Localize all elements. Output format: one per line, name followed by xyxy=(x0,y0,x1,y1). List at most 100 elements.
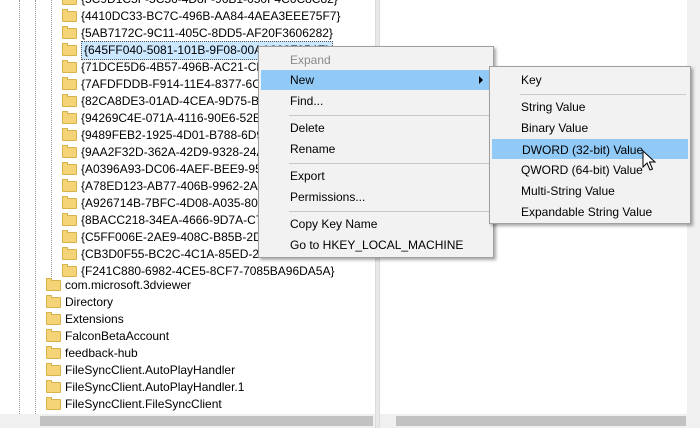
folder-icon xyxy=(46,312,61,325)
tree-item[interactable]: {C5FF006E-2AE9-408C-B85B-2DFDD xyxy=(62,229,286,246)
tree-item[interactable]: {4410DC33-BC7C-496B-AA84-4AEA3EEE75F7} xyxy=(62,8,341,25)
context-menu: Expand New Find... Delete Rename Export … xyxy=(258,46,494,258)
tree-item[interactable]: {A78ED123-AB77-406B-9962-2A5D9 xyxy=(62,178,280,195)
menu-item-delete[interactable]: Delete xyxy=(261,118,491,138)
tree-item-label: {9AA2F32D-362A-42D9-9328-24A48 xyxy=(81,145,278,159)
tree-item[interactable]: {5AB7172C-9C11-405C-8DD5-AF20F3606282} xyxy=(62,25,333,42)
menu-item-expand[interactable]: Expand xyxy=(261,50,491,70)
tree-item[interactable]: {CB3D0F55-BC2C-4C1A-85ED-23ED xyxy=(62,246,282,263)
folder-icon xyxy=(62,26,77,39)
folder-icon xyxy=(46,380,61,393)
folder-icon xyxy=(46,346,61,359)
folder-icon xyxy=(46,295,61,308)
menu-item-goto-hklm[interactable]: Go to HKEY_LOCAL_MACHINE xyxy=(261,235,491,255)
folder-icon xyxy=(62,179,77,192)
folder-icon xyxy=(62,60,77,73)
menu-item-permissions[interactable]: Permissions... xyxy=(261,187,491,207)
menu-item-label: Rename xyxy=(290,142,336,156)
tree-item[interactable]: {8BACC218-34EA-4666-9D7A-C78F2 xyxy=(62,212,283,229)
tree-guide-line xyxy=(19,0,20,414)
new-submenu: Key String Value Binary Value DWORD (32-… xyxy=(489,66,691,224)
tree-item-label: {8BACC218-34EA-4666-9D7A-C78F2 xyxy=(81,213,284,227)
tree-item-label: {A0396A93-DC06-4AEF-BEE9-95FFC xyxy=(81,162,286,176)
submenu-item-binary-value[interactable]: Binary Value xyxy=(492,118,688,138)
menu-separator xyxy=(520,94,686,95)
submenu-item-key[interactable]: Key xyxy=(492,70,688,90)
folder-icon xyxy=(62,43,77,56)
tree-item-label: {71DCE5D6-4B57-496B-AC21-CD5B xyxy=(81,60,280,74)
folder-icon xyxy=(46,329,61,342)
folder-icon xyxy=(62,94,77,107)
tree-item-label: FileSyncClient.AutoPlayHandler.1 xyxy=(65,380,245,394)
tree-item[interactable]: {9489FEB2-1925-4D01-B788-6D912C xyxy=(62,127,285,144)
menu-separator xyxy=(289,211,489,212)
tree-item-label: {94269C4E-071A-4116-90E6-52E557 xyxy=(81,111,281,125)
menu-item-label: Copy Key Name xyxy=(290,217,378,231)
menu-item-label: Multi-String Value xyxy=(521,184,615,198)
tree-item[interactable]: feedback-hub xyxy=(46,345,138,362)
folder-icon xyxy=(62,213,77,226)
menu-item-label: QWORD (64-bit) Value xyxy=(521,163,643,177)
tree-item[interactable]: {A0396A93-DC06-4AEF-BEE9-95FFC xyxy=(62,161,285,178)
tree-item[interactable]: {82CA8DE3-01AD-4CEA-9D75-BE4C xyxy=(62,93,282,110)
submenu-item-expandable-string-value[interactable]: Expandable String Value xyxy=(492,202,688,222)
menu-separator xyxy=(289,163,489,164)
submenu-item-qword-value[interactable]: QWORD (64-bit) Value xyxy=(492,160,688,180)
folder-icon xyxy=(62,264,77,277)
folder-icon xyxy=(62,230,77,243)
tree-item[interactable]: {5C9D1C5F-5C56-4D8F-96B1-050F4C6C8C82} xyxy=(62,0,338,8)
folder-icon xyxy=(62,247,77,260)
tree-item[interactable]: com.microsoft.3dviewer xyxy=(46,277,191,294)
menu-item-label: Go to HKEY_LOCAL_MACHINE xyxy=(290,238,464,252)
tree-item[interactable]: {7AFDFDDB-F914-11E4-8377-6C3BE xyxy=(62,76,284,93)
folder-icon xyxy=(46,363,61,376)
tree-item-label: com.microsoft.3dviewer xyxy=(65,278,192,292)
tree-item[interactable]: FileSyncClient.AutoPlayHandler.1 xyxy=(46,379,244,396)
tree-item[interactable]: FileSyncClient.AutoPlayHandler xyxy=(46,362,235,379)
menu-item-label: Expand xyxy=(290,53,331,67)
menu-item-rename[interactable]: Rename xyxy=(261,139,491,159)
tree-guide-line xyxy=(35,0,36,414)
tree-item-label: {82CA8DE3-01AD-4CEA-9D75-BE4C xyxy=(81,94,283,108)
tree-item-label: FalconBetaAccount xyxy=(65,329,170,343)
menu-item-copy-key-name[interactable]: Copy Key Name xyxy=(261,214,491,234)
submenu-item-dword-value[interactable]: DWORD (32-bit) Value xyxy=(492,139,688,159)
menu-item-label: String Value xyxy=(521,100,586,114)
folder-icon xyxy=(62,145,77,158)
tree-item-label: {C5FF006E-2AE9-408C-B85B-2DFDD xyxy=(81,230,287,244)
folder-icon xyxy=(62,128,77,141)
tree-guide-line xyxy=(51,0,52,277)
tree-scroll-thumb[interactable] xyxy=(40,416,373,426)
submenu-item-string-value[interactable]: String Value xyxy=(492,97,688,117)
menu-item-label: DWORD (32-bit) Value xyxy=(522,143,644,157)
folder-icon xyxy=(46,397,61,410)
menu-item-label: Expandable String Value xyxy=(521,205,653,219)
menu-separator xyxy=(289,115,489,116)
mouse-cursor-icon xyxy=(642,150,657,171)
menu-item-new[interactable]: New xyxy=(261,70,491,90)
tree-item-label: feedback-hub xyxy=(65,346,138,360)
menu-item-label: Find... xyxy=(290,94,324,108)
tree-item-label: FileSyncClient.AutoPlayHandler xyxy=(65,363,236,377)
tree-item-label: {5C9D1C5F-5C56-4D8F-96B1-050F4C6C8C82} xyxy=(81,0,338,8)
menu-item-export[interactable]: Export xyxy=(261,166,491,186)
menu-item-label: New xyxy=(290,73,315,87)
tree-item[interactable]: {A926714B-7BFC-4D08-A035-800213 xyxy=(62,195,284,212)
folder-icon xyxy=(62,0,77,5)
tree-item[interactable]: Directory xyxy=(46,294,113,311)
tree-item-label: {7AFDFDDB-F914-11E4-8377-6C3BE xyxy=(81,77,284,91)
tree-item[interactable]: {71DCE5D6-4B57-496B-AC21-CD5B xyxy=(62,59,280,76)
tree-item-label: FileSyncClient.FileSyncClient xyxy=(65,397,222,411)
tree-item-label: {4410DC33-BC7C-496B-AA84-4AEA3EEE75F7} xyxy=(81,9,341,23)
tree-item-label: {9489FEB2-1925-4D01-B788-6D912C xyxy=(81,128,286,142)
tree-item[interactable]: FileSyncClient.FileSyncClient xyxy=(46,396,222,413)
tree-item[interactable]: Extensions xyxy=(46,311,124,328)
menu-item-label: Permissions... xyxy=(290,190,366,204)
values-scroll-thumb[interactable] xyxy=(396,416,686,426)
tree-item[interactable]: {9AA2F32D-362A-42D9-9328-24A48 xyxy=(62,144,278,161)
menu-item-find[interactable]: Find... xyxy=(261,91,491,111)
folder-icon xyxy=(62,9,77,22)
tree-item[interactable]: {94269C4E-071A-4116-90E6-52E557 xyxy=(62,110,281,127)
submenu-item-multi-string-value[interactable]: Multi-String Value xyxy=(492,181,688,201)
tree-item[interactable]: FalconBetaAccount xyxy=(46,328,169,345)
